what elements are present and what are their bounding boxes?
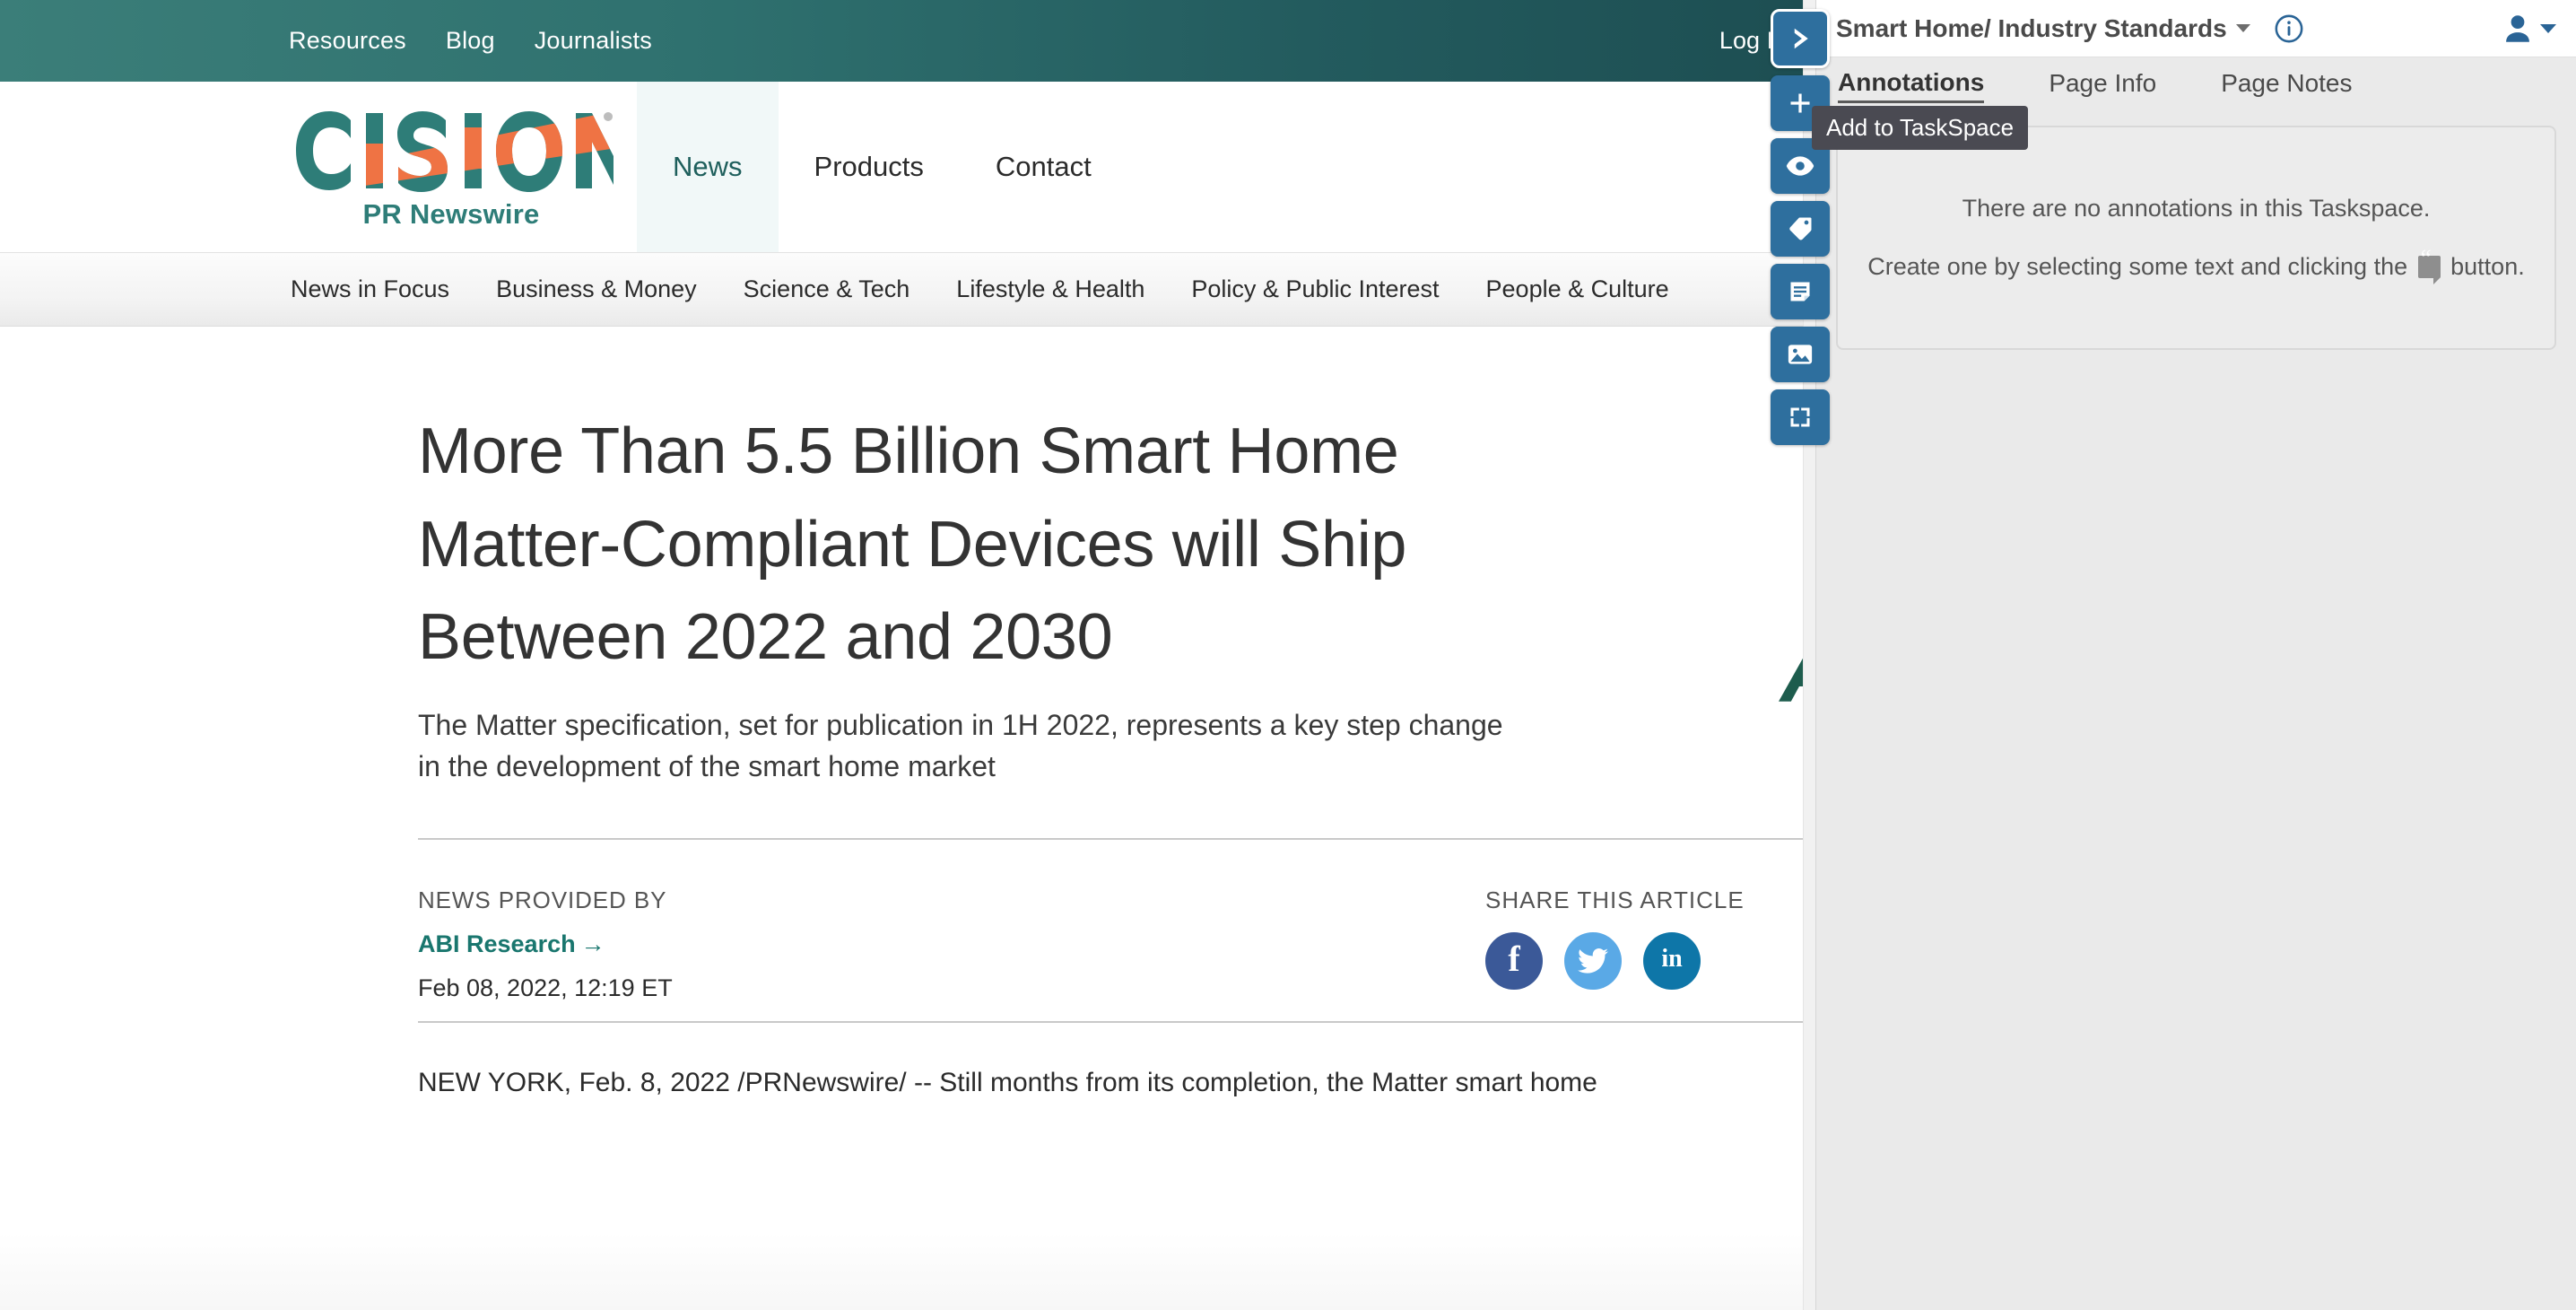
- quote-bubble-icon: [2417, 247, 2441, 284]
- empty-state-line-1: There are no annotations in this Taskspa…: [1962, 195, 2431, 222]
- fullscreen-button[interactable]: [1771, 389, 1830, 445]
- utility-nav-blog[interactable]: Blog: [446, 27, 495, 55]
- article-region: A More Than 5.5 Billion Smart Home Matte…: [0, 327, 1815, 1310]
- category-policy-public-interest[interactable]: Policy & Public Interest: [1191, 275, 1439, 303]
- divider-top: [418, 837, 1815, 840]
- fullscreen-icon: [1790, 407, 1810, 427]
- provider-link-abi-research[interactable]: ABI Research →: [418, 930, 1225, 958]
- article-subheadline: The Matter specification, set for public…: [418, 709, 1503, 783]
- eye-icon: [1786, 156, 1815, 176]
- article-content: A More Than 5.5 Billion Smart Home Matte…: [418, 406, 1815, 1104]
- utility-nav-links: Resources Blog Journalists: [289, 27, 652, 55]
- info-circle-icon[interactable]: [2274, 13, 2304, 44]
- tab-page-info[interactable]: Page Info: [2049, 69, 2156, 101]
- share-twitter-button[interactable]: [1564, 931, 1622, 990]
- account-menu[interactable]: [2504, 14, 2556, 43]
- empty-state-text-before: Create one by selecting some text and cl…: [1867, 253, 2408, 280]
- taskspace-panel: Smart Home/ Industry Standards Annotatio…: [1815, 0, 2576, 1310]
- image-icon: [1788, 345, 1813, 364]
- chevron-right-icon: [1794, 28, 1808, 49]
- divider-bottom: [418, 1020, 1815, 1023]
- category-nav-bar: News in Focus Business & Money Science &…: [0, 252, 1815, 327]
- browser-page-content: Resources Blog Journalists Log In PR New…: [0, 0, 1815, 1310]
- taskspace-tabs: Annotations Page Info Page Notes: [1816, 57, 2576, 113]
- tab-annotations[interactable]: Annotations: [1838, 68, 1985, 103]
- note-icon: [1790, 282, 1810, 301]
- article-meta-row: NEWS PROVIDED BY ABI Research → Feb 08, 2…: [418, 886, 1815, 1021]
- taskspace-panel-header: Smart Home/ Industry Standards: [1816, 0, 2576, 57]
- content-fade-overlay: [0, 1233, 1815, 1310]
- article-date: Feb 08, 2022, 12:19 ET: [418, 974, 673, 1001]
- category-lifestyle-health[interactable]: Lifestyle & Health: [956, 275, 1144, 303]
- primary-nav-products[interactable]: Products: [779, 82, 960, 252]
- images-button[interactable]: [1771, 327, 1830, 382]
- arrow-right-icon: →: [580, 930, 605, 957]
- cision-logo[interactable]: PR Newswire: [276, 82, 626, 252]
- article-headline: More Than 5.5 Billion Smart Home Matter-…: [418, 415, 1407, 674]
- category-science-tech[interactable]: Science & Tech: [744, 275, 910, 303]
- tag-icon: [1789, 217, 1812, 240]
- plus-icon: [1790, 93, 1810, 113]
- notes-button[interactable]: [1771, 264, 1830, 319]
- primary-nav-contact[interactable]: Contact: [960, 82, 1127, 252]
- linkedin-icon: in: [1661, 944, 1683, 973]
- primary-nav-news[interactable]: News: [637, 82, 779, 252]
- cision-tagline: PR Newswire: [362, 197, 540, 230]
- tags-button[interactable]: [1771, 201, 1830, 257]
- share-label: SHARE THIS ARTICLE: [1485, 886, 1745, 913]
- primary-nav: News Products Contact: [637, 82, 1127, 252]
- category-nav-links: News in Focus Business & Money Science &…: [291, 275, 1669, 303]
- utility-nav-journalists[interactable]: Journalists: [535, 27, 652, 55]
- empty-state-text-after: button.: [2450, 253, 2525, 280]
- provider-name: ABI Research: [418, 930, 576, 957]
- chevron-down-icon[interactable]: [2235, 24, 2250, 32]
- utility-nav-bar: Resources Blog Journalists Log In: [0, 0, 1815, 82]
- category-business-money[interactable]: Business & Money: [496, 275, 697, 303]
- tab-page-notes[interactable]: Page Notes: [2221, 69, 2352, 101]
- article-body-lead: NEW YORK, Feb. 8, 2022 /PRNewswire/ -- S…: [418, 1067, 1597, 1097]
- facebook-icon: f: [1508, 938, 1520, 979]
- category-news-in-focus[interactable]: News in Focus: [291, 275, 449, 303]
- info-circle-glyph: [2275, 14, 2303, 42]
- share-facebook-button[interactable]: f: [1485, 931, 1543, 990]
- tooltip-add-to-taskspace: Add to TaskSpace: [1812, 106, 2029, 150]
- news-provided-by-label: NEWS PROVIDED BY: [418, 886, 667, 913]
- toggle-panel-button[interactable]: [1771, 9, 1830, 68]
- share-icon-row: f in: [1485, 931, 1815, 990]
- site-masthead: PR Newswire News Products Contact: [0, 82, 1815, 252]
- news-provided-by-block: NEWS PROVIDED BY ABI Research → Feb 08, 2…: [418, 886, 1225, 1002]
- share-this-block: SHARE THIS ARTICLE f in: [1485, 886, 1815, 990]
- category-people-culture[interactable]: People & Culture: [1486, 275, 1669, 303]
- taskspace-tool-rail: [1771, 9, 1830, 445]
- annotations-empty-state: There are no annotations in this Taskspa…: [1836, 126, 2556, 350]
- twitter-icon: [1578, 948, 1608, 974]
- utility-nav-resources[interactable]: Resources: [289, 27, 406, 55]
- chevron-down-icon: [2540, 23, 2556, 33]
- taskspace-title[interactable]: Smart Home/ Industry Standards: [1836, 14, 2227, 43]
- empty-state-line-2: Create one by selecting some text and cl…: [1867, 247, 2525, 284]
- share-linkedin-button[interactable]: in: [1643, 931, 1701, 990]
- user-avatar-icon: [2506, 14, 2529, 42]
- cision-wordmark-icon: [296, 110, 614, 192]
